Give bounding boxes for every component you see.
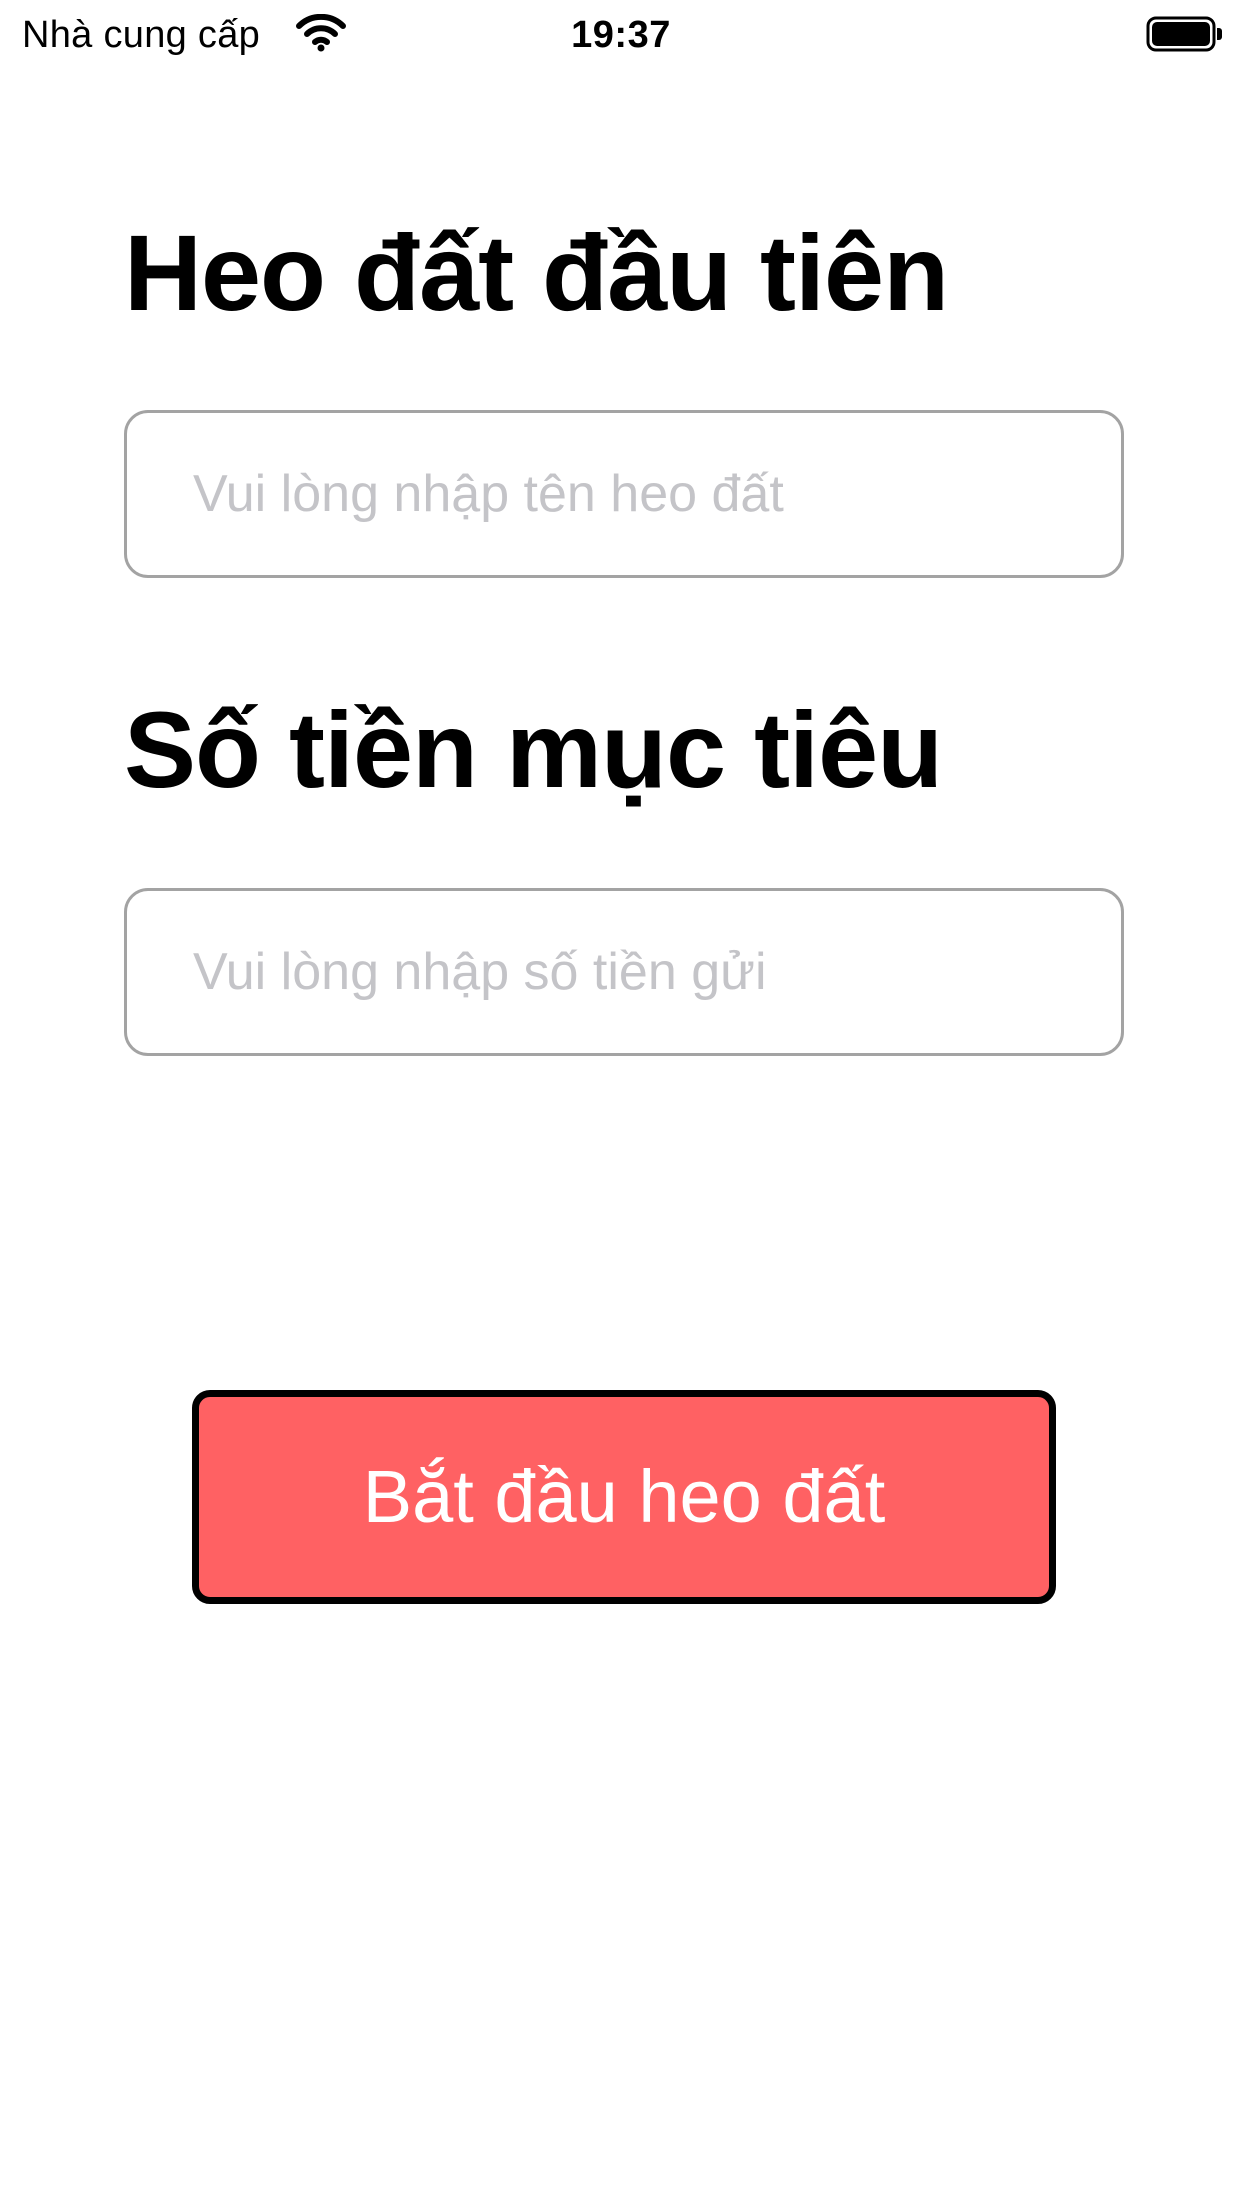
piggy-name-title: Heo đất đầu tiên [124, 212, 949, 333]
target-amount-title: Số tiền mục tiêu [124, 689, 943, 810]
battery-full-icon [1146, 16, 1224, 52]
status-bar: Nhà cung cấp 19:37 [0, 0, 1242, 70]
start-piggy-button[interactable]: Bắt đầu heo đất [192, 1390, 1056, 1604]
piggy-name-input[interactable] [124, 410, 1124, 578]
target-amount-input[interactable] [124, 888, 1124, 1056]
status-time: 19:37 [571, 14, 671, 56]
